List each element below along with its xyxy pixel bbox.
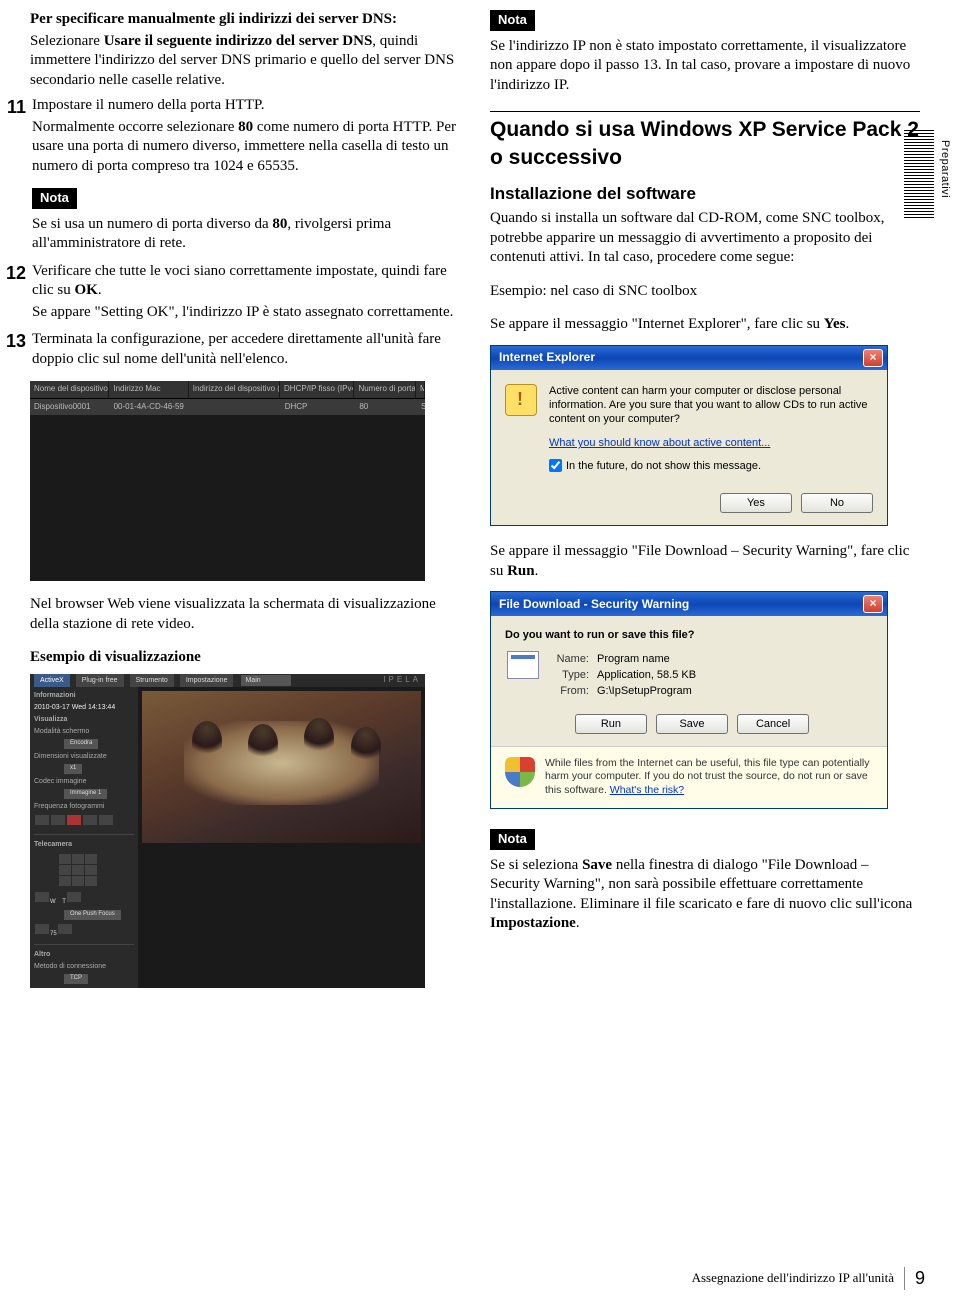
- browser-text: Nel browser Web viene visualizzata la sc…: [30, 595, 460, 634]
- nota-badge-1: Nota: [32, 188, 77, 209]
- ie-dialog-link[interactable]: What you should know about active conten…: [549, 436, 873, 450]
- shield-icon: [505, 757, 535, 787]
- ie-dialog-message: Active content can harm your computer or…: [549, 384, 873, 427]
- example-heading: Esempio di visualizzazione: [30, 648, 460, 668]
- step-11-num: 11: [2, 96, 26, 119]
- install-text: Quando si installa un software dal CD-RO…: [490, 209, 920, 268]
- fd-instruction: Se appare il messaggio "File Download – …: [490, 542, 920, 581]
- device-list-screenshot: Nome del dispositivo Indirizzo Mac Indir…: [30, 381, 425, 581]
- dns-heading: Per specificare manualmente gli indirizz…: [30, 10, 460, 30]
- dns-body: Selezionare Usare il seguente indirizzo …: [30, 32, 460, 91]
- ie-dialog-titlebar: Internet Explorer ×: [491, 346, 887, 370]
- nota1-text: Se si usa un numero di porta diverso da …: [32, 215, 460, 254]
- close-icon[interactable]: ×: [863, 595, 883, 613]
- camera-viewer-screenshot: ActiveX Plug-in free Strumento Impostazi…: [30, 674, 425, 886]
- step-12-line1: Verificare che tutte le voci siano corre…: [32, 262, 460, 301]
- footer-text: Assegnazione dell'indirizzo IP all'unità: [692, 1270, 894, 1287]
- nota2-text: Se l'indirizzo IP non è stato impostato …: [490, 37, 920, 96]
- ie-no-button[interactable]: No: [801, 493, 873, 513]
- camview-tcp-btn[interactable]: TCP: [64, 974, 88, 984]
- cam-btn-3[interactable]: [83, 815, 97, 825]
- close-icon[interactable]: ×: [863, 349, 883, 367]
- fd-dialog-title: File Download - Security Warning: [499, 597, 689, 613]
- cam-btn-2[interactable]: [51, 815, 65, 825]
- page-number: 9: [904, 1267, 925, 1290]
- ie-dialog-title: Internet Explorer: [499, 350, 595, 366]
- device-list-row: Dispositivo0001 00-01-4A-CD-46-59 DHCP 8…: [30, 399, 425, 415]
- camview-encodra-btn[interactable]: Encodra: [64, 739, 98, 749]
- camview-logo: IPELA: [383, 675, 421, 685]
- side-tab-label: Preparativi: [938, 140, 952, 198]
- cam-btn-1[interactable]: [35, 815, 49, 825]
- step-13-text: Terminata la configurazione, per acceder…: [32, 330, 460, 369]
- nota-badge-2: Nota: [490, 10, 535, 31]
- camview-tab-activex[interactable]: ActiveX: [34, 674, 70, 687]
- step-11-line2: Normalmente occorre selezionare 80 come …: [32, 118, 460, 177]
- cam-btn-4[interactable]: [99, 815, 113, 825]
- fd-cancel-button[interactable]: Cancel: [737, 714, 809, 734]
- fd-dialog-question: Do you want to run or save this file?: [491, 616, 887, 650]
- fd-warning-text: While files from the Internet can be use…: [545, 757, 873, 798]
- cam-btn-rec[interactable]: [67, 815, 81, 825]
- camview-img1-btn[interactable]: Immagine 1: [64, 789, 107, 799]
- ie-dialog: Internet Explorer × Active content can h…: [490, 345, 888, 527]
- camview-onepush-btn[interactable]: One Push Focus: [64, 910, 121, 920]
- h3-install: Installazione del software: [490, 183, 920, 205]
- step-12-num: 12: [2, 262, 26, 285]
- right-column: Nota Se l'indirizzo IP non è stato impos…: [490, 10, 920, 936]
- h2-winxp: Quando si usa Windows XP Service Pack 2 …: [490, 111, 920, 171]
- step-13-num: 13: [2, 330, 26, 353]
- camview-tab-tool[interactable]: Strumento: [130, 674, 174, 687]
- dns-body-pre: Selezionare: [30, 33, 104, 49]
- file-icon: [507, 651, 539, 679]
- dns-body-bold: Usare il seguente indirizzo del server D…: [104, 33, 373, 49]
- fd-name-value: Program name: [597, 652, 873, 666]
- camview-select[interactable]: Main: [241, 675, 290, 686]
- fd-save-button[interactable]: Save: [656, 714, 728, 734]
- fd-type-value: Application, 58.5 KB: [597, 668, 873, 682]
- left-column: Per specificare manualmente gli indirizz…: [30, 10, 460, 936]
- camview-main: [138, 687, 425, 988]
- ie-instruction: Se appare il messaggio "Internet Explore…: [490, 315, 920, 335]
- filedownload-dialog: File Download - Security Warning × Do yo…: [490, 591, 888, 808]
- camview-tab-settings[interactable]: Impostazione: [180, 674, 234, 687]
- fd-from-value: G:\IpSetupProgram: [597, 684, 873, 698]
- side-marker-bars: [904, 130, 934, 220]
- step-11-line1: Impostare il numero della porta HTTP.: [32, 96, 460, 116]
- page-footer: Assegnazione dell'indirizzo IP all'unità…: [692, 1267, 925, 1290]
- fd-run-button[interactable]: Run: [575, 714, 647, 734]
- camview-sidebar: Informazioni 2010-03-17 Wed 14:13:44 Vis…: [30, 687, 138, 988]
- camview-tab-pluginfree[interactable]: Plug-in free: [76, 674, 124, 687]
- fd-risk-link[interactable]: What's the risk?: [610, 784, 684, 796]
- fd-dialog-titlebar: File Download - Security Warning ×: [491, 592, 887, 616]
- camview-topbar: ActiveX Plug-in free Strumento Impostazi…: [30, 674, 425, 687]
- step-12-line2: Se appare "Setting OK", l'indirizzo IP è…: [32, 303, 460, 323]
- device-list-header: Nome del dispositivo Indirizzo Mac Indir…: [30, 381, 425, 398]
- ie-dialog-checkbox-label: In the future, do not show this message.: [566, 459, 761, 473]
- ie-dialog-checkbox[interactable]: [549, 459, 562, 472]
- nota-badge-3: Nota: [490, 829, 535, 850]
- example-snc: Esempio: nel caso di SNC toolbox: [490, 282, 920, 302]
- camview-video: [142, 691, 421, 843]
- warning-icon: [505, 384, 537, 416]
- ie-yes-button[interactable]: Yes: [720, 493, 792, 513]
- camview-ptz-pad[interactable]: [59, 854, 134, 886]
- camview-x1-btn[interactable]: x1: [64, 764, 82, 774]
- nota3-text: Se si seleziona Save nella finestra di d…: [490, 856, 920, 934]
